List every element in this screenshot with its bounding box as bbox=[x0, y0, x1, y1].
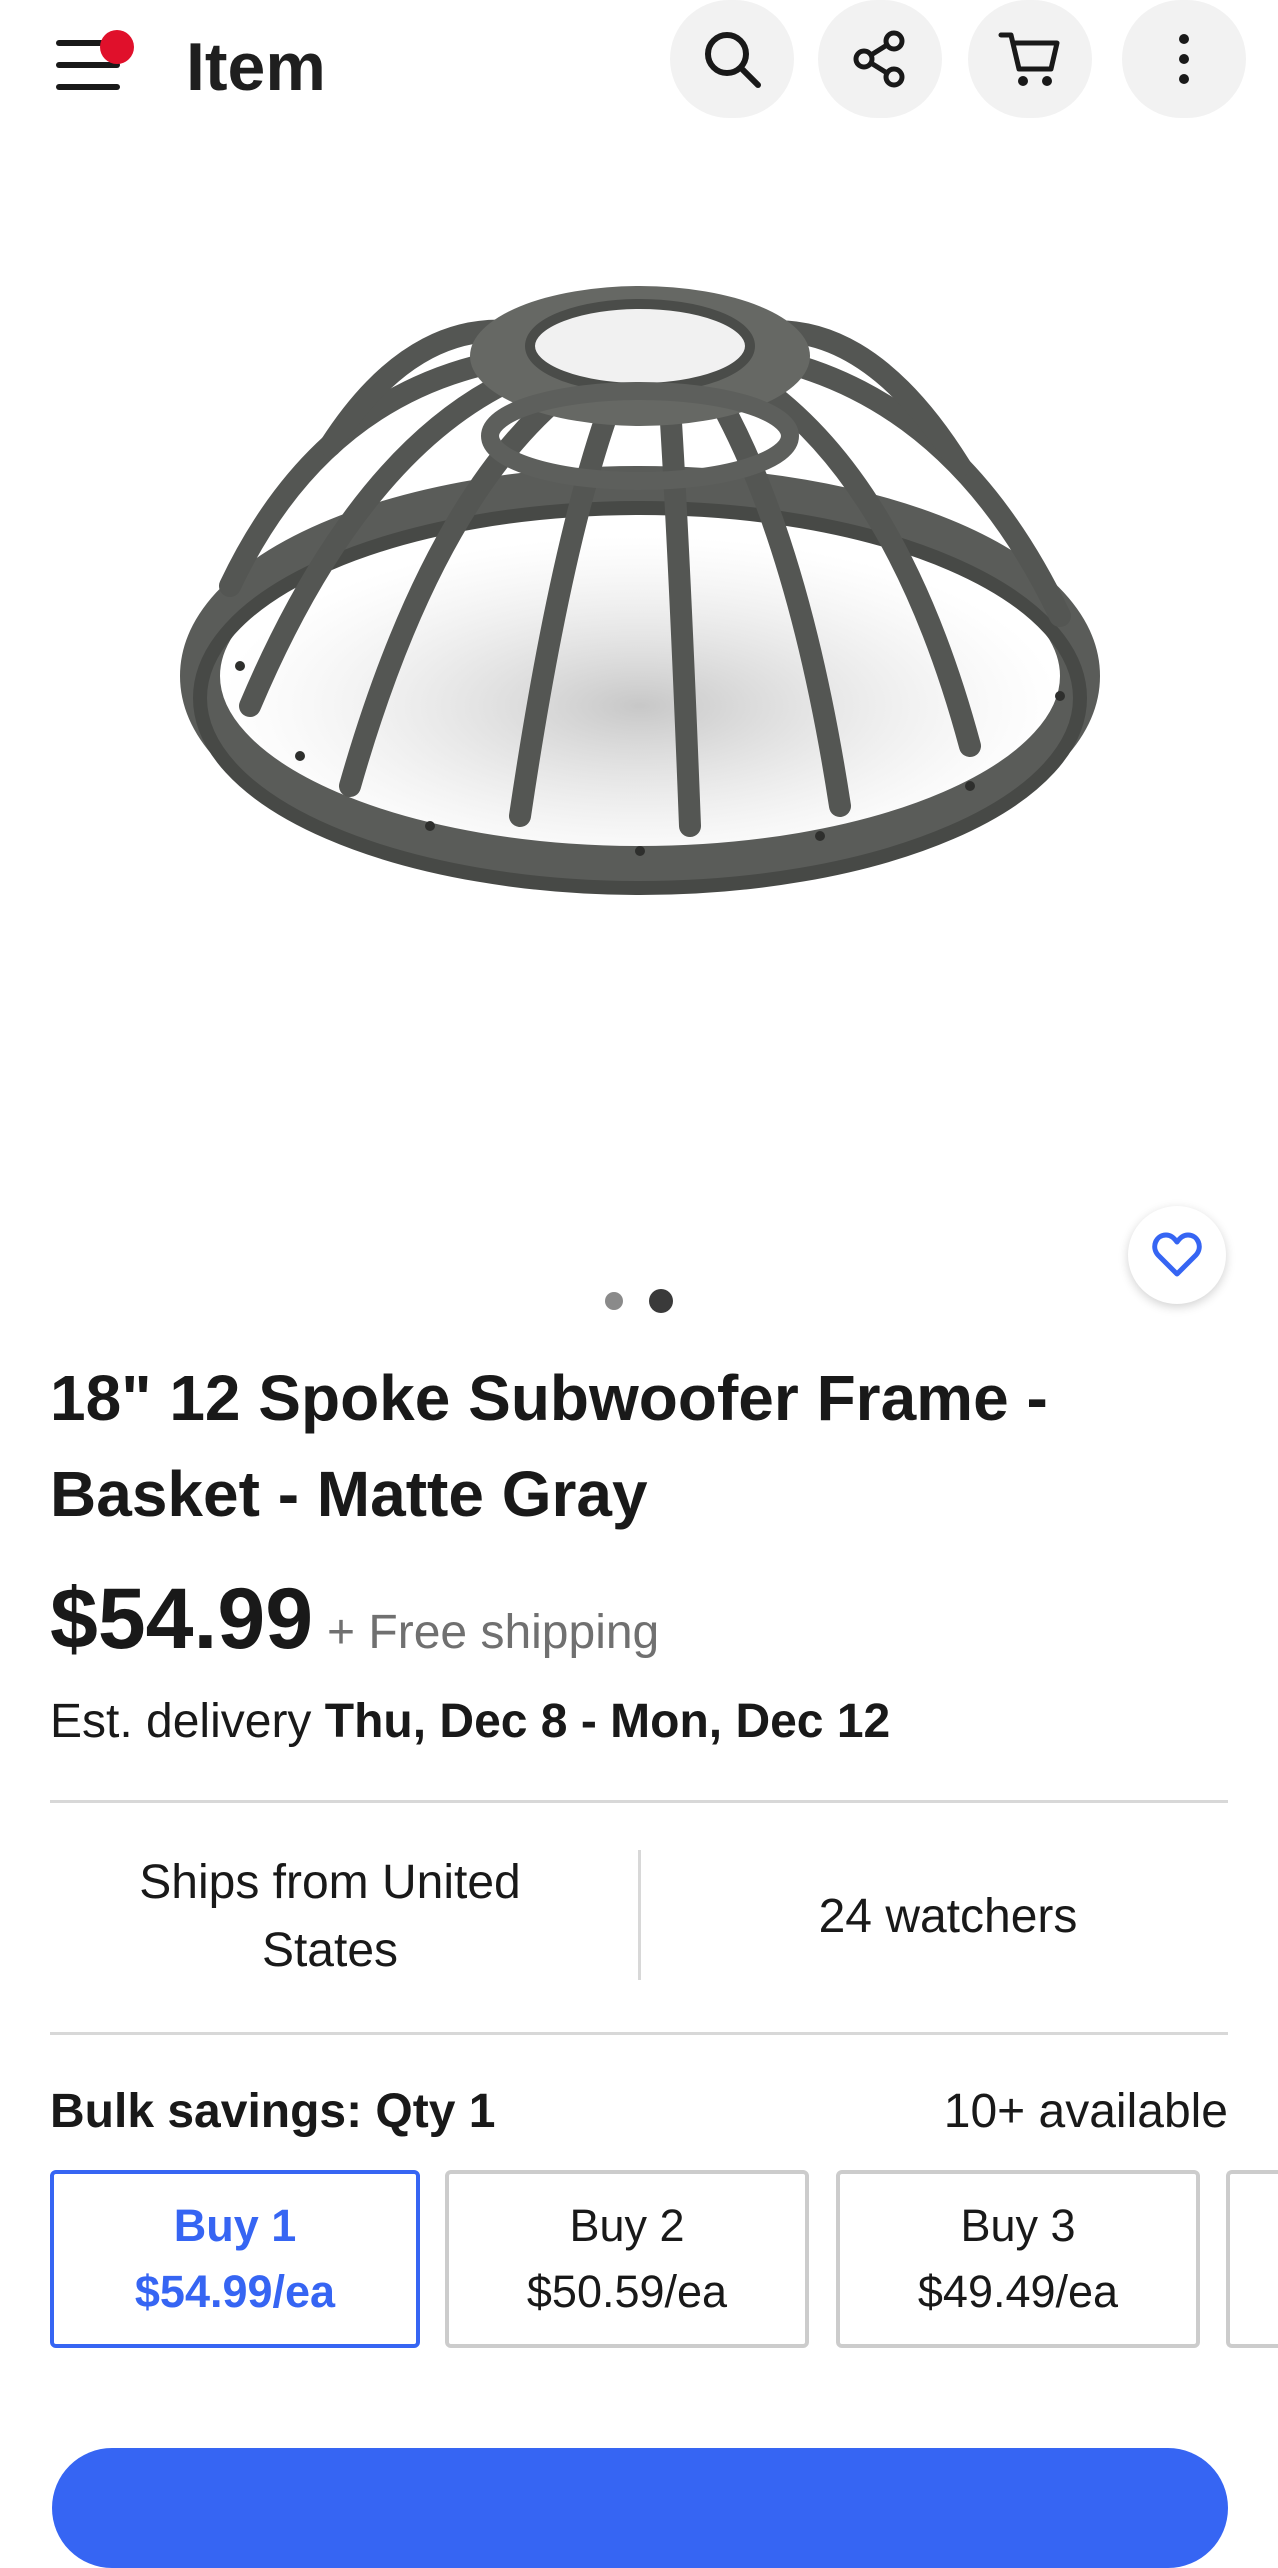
bulk-option-buy-3[interactable]: Buy 3 $49.49/ea bbox=[836, 2170, 1200, 2348]
page-title: Item bbox=[186, 29, 326, 105]
product-image-gallery[interactable] bbox=[0, 146, 1278, 1336]
menu-icon-line bbox=[56, 84, 120, 90]
bulk-option-buy-2[interactable]: Buy 2 $50.59/ea bbox=[445, 2170, 809, 2348]
divider bbox=[50, 1800, 1228, 1803]
bulk-option-title: Buy 1 bbox=[173, 2200, 297, 2251]
bulk-option-title: Buy 3 bbox=[960, 2200, 1076, 2251]
bulk-savings-label: Bulk savings: Qty 1 bbox=[50, 2085, 496, 2138]
buy-it-now-button[interactable] bbox=[52, 2448, 1228, 2568]
share-button[interactable] bbox=[818, 0, 942, 118]
ships-from-line: Ships from United bbox=[139, 1856, 521, 1909]
bulk-option-title: Buy 2 bbox=[569, 2200, 685, 2251]
gallery-pagination bbox=[0, 1286, 1278, 1316]
bulk-option-price: $50.59/ea bbox=[526, 2266, 728, 2317]
search-button[interactable] bbox=[670, 0, 794, 118]
item-title: 18" 12 Spoke Subwoofer Frame - Basket - … bbox=[50, 1350, 1230, 1542]
available-quantity: 10+ available bbox=[943, 2085, 1228, 2138]
notification-dot bbox=[100, 30, 134, 64]
more-icon bbox=[1179, 34, 1189, 84]
pagination-dot[interactable] bbox=[605, 1292, 623, 1310]
ships-from-line: States bbox=[261, 1924, 399, 1977]
share-icon bbox=[853, 30, 905, 88]
bulk-option-price: $49.49/ea bbox=[917, 2266, 1119, 2317]
delivery-label: Est. delivery bbox=[50, 1695, 312, 1748]
shipping-info: + Free shipping bbox=[327, 1606, 660, 1659]
ships-from-info: Ships from United States bbox=[50, 1850, 610, 1984]
estimated-delivery: Est. delivery Thu, Dec 8 - Mon, Dec 12 bbox=[50, 1694, 890, 1749]
item-title-line: 18" 12 Spoke Subwoofer Frame - bbox=[50, 1362, 1048, 1434]
heart-icon bbox=[1152, 1232, 1202, 1277]
pagination-dot-active[interactable] bbox=[649, 1289, 673, 1313]
price-row: $54.99 + Free shipping bbox=[50, 1570, 659, 1669]
bulk-option-price: $54.99/ea bbox=[134, 2266, 336, 2317]
more-options-button[interactable] bbox=[1122, 0, 1246, 118]
cart-icon bbox=[998, 32, 1060, 86]
vertical-divider bbox=[638, 1850, 641, 1980]
item-price: $54.99 bbox=[50, 1571, 314, 1667]
item-title-line: Basket - Matte Gray bbox=[50, 1458, 648, 1530]
bulk-option-partial[interactable] bbox=[1226, 2170, 1278, 2348]
search-icon bbox=[705, 32, 761, 88]
divider bbox=[50, 2032, 1228, 2035]
top-app-bar: Item bbox=[0, 0, 1278, 146]
cart-button[interactable] bbox=[968, 0, 1092, 118]
bulk-option-buy-1[interactable]: Buy 1 $54.99/ea bbox=[50, 2170, 420, 2348]
watchers-count: 24 watchers bbox=[818, 1890, 1078, 1943]
product-image bbox=[180, 286, 1100, 895]
menu-button[interactable] bbox=[48, 30, 134, 100]
delivery-dates: Thu, Dec 8 - Mon, Dec 12 bbox=[324, 1695, 891, 1748]
